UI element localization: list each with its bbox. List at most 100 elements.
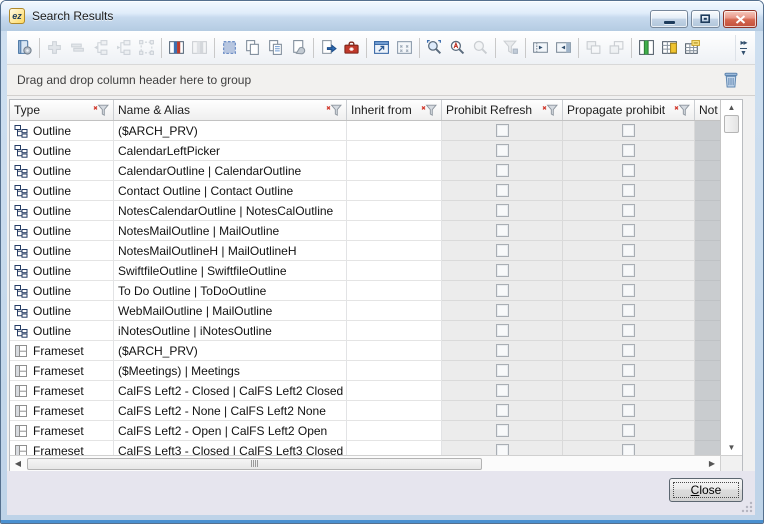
prohibit-refresh-checkbox[interactable]: [496, 304, 509, 317]
table-row[interactable]: Outline CalendarLeftPicker: [10, 141, 722, 161]
table-row[interactable]: Outline ($ARCH_PRV): [10, 121, 722, 141]
close-button[interactable]: Close: [669, 478, 743, 502]
table-row[interactable]: Outline WebMailOutline | MailOutline: [10, 301, 722, 321]
group-by-bar[interactable]: Drag and drop column header here to grou…: [7, 65, 755, 96]
propagate-prohibit-checkbox[interactable]: [622, 384, 635, 397]
table-row[interactable]: Outline CalendarOutline | CalendarOutlin…: [10, 161, 722, 181]
restore-button[interactable]: [691, 10, 720, 28]
toolbar-overflow-button[interactable]: ▸▸ ▼: [735, 35, 751, 61]
table-row[interactable]: Outline SwiftfileOutline | SwiftfileOutl…: [10, 261, 722, 281]
propagate-prohibit-checkbox[interactable]: [622, 164, 635, 177]
scroll-left-button[interactable]: ◀: [10, 456, 26, 471]
select-area-icon[interactable]: [218, 36, 241, 59]
prohibit-refresh-checkbox[interactable]: [496, 384, 509, 397]
vscroll-track[interactable]: [721, 133, 742, 440]
filter-funnel-red-x-icon[interactable]: [417, 104, 437, 116]
column-header-inherit-from[interactable]: Inherit from: [347, 100, 442, 120]
window-close-button[interactable]: [723, 10, 757, 28]
propagate-prohibit-checkbox[interactable]: [622, 424, 635, 437]
paste-icon[interactable]: [287, 36, 310, 59]
prohibit-refresh-checkbox[interactable]: [496, 164, 509, 177]
preview-window-icon[interactable]: [370, 36, 393, 59]
column-header-type[interactable]: Type: [10, 100, 114, 120]
expand-panel-icon[interactable]: [529, 36, 552, 59]
edit-table-icon[interactable]: [658, 36, 681, 59]
toolbar-overflow-down-icon: ▼: [740, 48, 747, 57]
propagate-prohibit-checkbox[interactable]: [622, 404, 635, 417]
row-inherit-from-cell: [347, 261, 442, 281]
column-header-name-alias[interactable]: Name & Alias: [114, 100, 347, 120]
propagate-prohibit-checkbox[interactable]: [622, 284, 635, 297]
column-header-prohibit-refresh[interactable]: Prohibit Refresh: [442, 100, 563, 120]
row-not-in-m-cell: [695, 221, 722, 241]
table-row[interactable]: Outline NotesCalendarOutline | NotesCalO…: [10, 201, 722, 221]
propagate-prohibit-checkbox[interactable]: [622, 184, 635, 197]
prohibit-refresh-checkbox[interactable]: [496, 404, 509, 417]
propagate-prohibit-checkbox[interactable]: [622, 144, 635, 157]
copy-icon[interactable]: [241, 36, 264, 59]
find-text-icon[interactable]: [446, 36, 469, 59]
preview-grid-icon[interactable]: [393, 36, 416, 59]
table-row[interactable]: Frameset ($Meetings) | Meetings: [10, 361, 722, 381]
filter-icon: [499, 36, 522, 59]
column-header-not-in-m[interactable]: Not in m: [695, 100, 722, 120]
prohibit-refresh-checkbox[interactable]: [496, 244, 509, 257]
table-row[interactable]: Frameset CalFS Left2 - None | CalFS Left…: [10, 401, 722, 421]
table-row[interactable]: Outline NotesMailOutlineH | MailOutlineH: [10, 241, 722, 261]
propagate-prohibit-checkbox[interactable]: [622, 264, 635, 277]
table-row[interactable]: Frameset CalFS Left2 - Open | CalFS Left…: [10, 421, 722, 441]
table-row[interactable]: Frameset CalFS Left2 - Closed | CalFS Le…: [10, 381, 722, 401]
zoom-selection-icon[interactable]: [423, 36, 446, 59]
table-properties-icon[interactable]: [681, 36, 704, 59]
export-icon[interactable]: [317, 36, 340, 59]
prohibit-refresh-checkbox[interactable]: [496, 124, 509, 137]
table-row[interactable]: Frameset ($ARCH_PRV): [10, 341, 722, 361]
row-inherit-from-cell: [347, 301, 442, 321]
table-row[interactable]: Outline NotesMailOutline | MailOutline: [10, 221, 722, 241]
scroll-up-button[interactable]: ▲: [721, 100, 742, 115]
vscroll-thumb[interactable]: [724, 115, 739, 133]
titlebar[interactable]: ez Search Results: [1, 1, 763, 31]
propagate-prohibit-checkbox[interactable]: [622, 304, 635, 317]
prohibit-refresh-checkbox[interactable]: [496, 324, 509, 337]
hscroll-thumb[interactable]: [27, 458, 482, 470]
propagate-prohibit-checkbox[interactable]: [622, 244, 635, 257]
prohibit-refresh-checkbox[interactable]: [496, 344, 509, 357]
scroll-right-button[interactable]: ▶: [704, 456, 720, 471]
prohibit-refresh-checkbox[interactable]: [496, 264, 509, 277]
propagate-prohibit-checkbox[interactable]: [622, 364, 635, 377]
filter-funnel-red-x-icon[interactable]: [89, 104, 109, 116]
propagate-prohibit-checkbox[interactable]: [622, 224, 635, 237]
propagate-prohibit-checkbox[interactable]: [622, 124, 635, 137]
remove-icon: [66, 36, 89, 59]
insert-column-icon[interactable]: [165, 36, 188, 59]
prohibit-refresh-checkbox[interactable]: [496, 224, 509, 237]
table-row[interactable]: Outline Contact Outline | Contact Outlin…: [10, 181, 722, 201]
collapse-panel-icon[interactable]: [552, 36, 575, 59]
prohibit-refresh-checkbox[interactable]: [496, 284, 509, 297]
table-row[interactable]: Outline iNotesOutline | iNotesOutline: [10, 321, 722, 341]
trash-icon[interactable]: [721, 70, 741, 90]
toolbox-icon[interactable]: [340, 36, 363, 59]
propagate-prohibit-checkbox[interactable]: [622, 324, 635, 337]
table-row[interactable]: Outline To Do Outline | ToDoOutline: [10, 281, 722, 301]
prohibit-refresh-checkbox[interactable]: [496, 364, 509, 377]
filter-funnel-red-x-icon[interactable]: [322, 104, 342, 116]
design-properties-icon[interactable]: [13, 36, 36, 59]
resize-grip[interactable]: [740, 500, 753, 513]
outline-icon: [14, 184, 29, 198]
propagate-prohibit-checkbox[interactable]: [622, 204, 635, 217]
copy-with-format-icon[interactable]: [264, 36, 287, 59]
show-columns-icon[interactable]: [635, 36, 658, 59]
prohibit-refresh-checkbox[interactable]: [496, 184, 509, 197]
prohibit-refresh-checkbox[interactable]: [496, 424, 509, 437]
row-inherit-from-cell: [347, 341, 442, 361]
filter-funnel-red-x-icon[interactable]: [670, 104, 690, 116]
filter-funnel-red-x-icon[interactable]: [538, 104, 558, 116]
prohibit-refresh-checkbox[interactable]: [496, 204, 509, 217]
propagate-prohibit-checkbox[interactable]: [622, 344, 635, 357]
scroll-down-button[interactable]: ▼: [721, 440, 742, 455]
column-header-propagate-prohibit[interactable]: Propagate prohibit: [563, 100, 695, 120]
prohibit-refresh-checkbox[interactable]: [496, 144, 509, 157]
minimize-button[interactable]: [650, 10, 688, 28]
